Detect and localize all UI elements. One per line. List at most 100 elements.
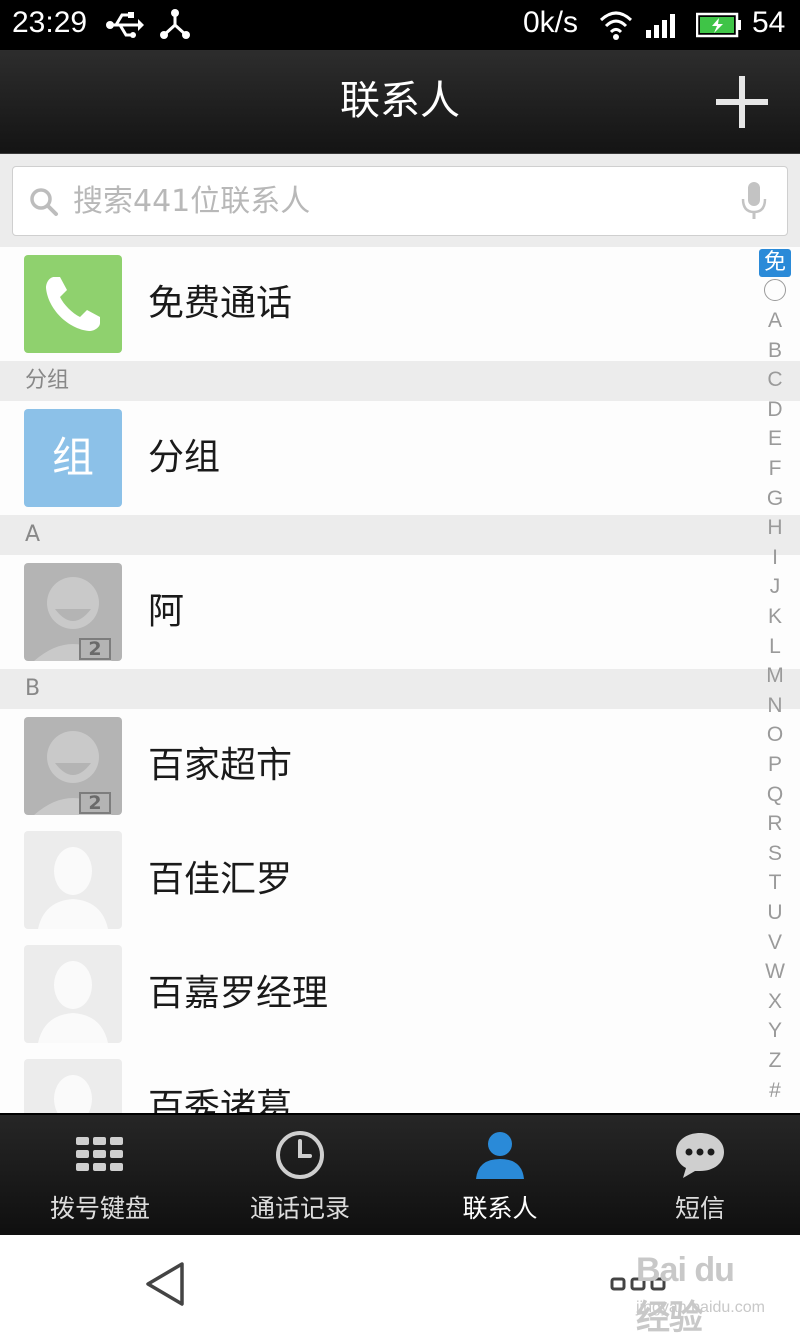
index-letter[interactable]: U: [755, 899, 795, 927]
tab-label: 通话记录: [249, 1194, 350, 1223]
index-letter[interactable]: E: [755, 425, 795, 453]
index-circle[interactable]: [764, 279, 786, 301]
index-free[interactable]: 免: [759, 249, 791, 277]
index-letter[interactable]: X: [755, 988, 795, 1016]
section-label: B: [25, 676, 41, 701]
add-contact-button[interactable]: [714, 74, 770, 130]
contact-name: 百嘉罗经理: [148, 973, 329, 1014]
dialpad-icon: [76, 1137, 123, 1171]
contact-avatar: 2: [24, 717, 122, 815]
silhouette-avatar-icon: [54, 1075, 92, 1113]
title-bar: 联系人: [0, 50, 800, 154]
tab-dialpad[interactable]: 拨号键盘: [0, 1115, 200, 1237]
index-letter[interactable]: I: [755, 544, 795, 572]
phone-icon: [46, 277, 100, 331]
contact-avatar: [24, 945, 122, 1043]
index-letter[interactable]: S: [755, 840, 795, 868]
index-letter[interactable]: D: [755, 396, 795, 424]
free-call-avatar: [24, 255, 122, 353]
page-title: 联系人: [340, 78, 460, 124]
status-bar: 23:29 0k/s 54: [0, 0, 800, 50]
section-header-group: 分组: [0, 361, 800, 401]
search-icon: [30, 188, 58, 216]
list-item[interactable]: 百秀诸葛: [0, 1051, 800, 1113]
index-letter[interactable]: M: [755, 662, 795, 690]
contact-avatar: [24, 1059, 122, 1113]
search-box[interactable]: [12, 166, 788, 236]
index-letter[interactable]: F: [755, 455, 795, 483]
contact-name: 分组: [148, 437, 221, 478]
watermark-url: jingyan.baidu.com: [636, 1299, 765, 1316]
status-time: 23:29: [12, 6, 88, 39]
index-letter[interactable]: A: [755, 307, 795, 335]
usb-icon: [106, 12, 144, 38]
index-letter[interactable]: B: [755, 337, 795, 365]
section-header-b: B: [0, 669, 800, 709]
clock-icon: [276, 1131, 324, 1179]
list-item[interactable]: 2 阿: [0, 555, 800, 670]
free-call-label: 免费通话: [148, 283, 293, 324]
index-letter[interactable]: V: [755, 929, 795, 957]
index-letter[interactable]: H: [755, 514, 795, 542]
list-item[interactable]: 百嘉罗经理: [0, 937, 800, 1052]
contact-avatar: 2: [24, 563, 122, 661]
net-speed: 0k/s: [523, 6, 579, 39]
index-letter[interactable]: G: [755, 485, 795, 513]
watermark: Bai du 经验 jingyan.baidu.com: [636, 1251, 766, 1337]
wifi-icon: [599, 11, 633, 40]
tab-call-log[interactable]: 通话记录: [200, 1115, 400, 1237]
contact-name: 百家超市: [148, 745, 293, 786]
index-letter[interactable]: Y: [755, 1017, 795, 1045]
silhouette-avatar-icon: [38, 961, 108, 1043]
list-item[interactable]: 百佳汇罗: [0, 823, 800, 938]
contact-name: 百秀诸葛: [148, 1087, 293, 1113]
sim-badge: 2: [88, 638, 102, 660]
tab-contacts[interactable]: 联系人: [400, 1115, 600, 1237]
contact-list: 免费通话 分组 组 分组 A 2 阿 B 2 百家超市 百佳汇罗 百嘉罗经理 百…: [0, 247, 800, 1113]
search-input[interactable]: [73, 181, 713, 221]
index-letter[interactable]: Z: [755, 1047, 795, 1075]
index-letter[interactable]: #: [755, 1077, 795, 1105]
tab-messages[interactable]: 短信: [600, 1115, 800, 1237]
contact-name: 百佳汇罗: [148, 859, 293, 900]
mic-icon[interactable]: [741, 181, 767, 221]
silhouette-avatar-icon: [38, 847, 108, 929]
battery-level: 54: [752, 6, 786, 39]
group-avatar: 组: [24, 409, 122, 507]
person-icon: [476, 1132, 524, 1179]
index-letter[interactable]: L: [755, 633, 795, 661]
contact-name: 阿: [148, 591, 185, 632]
chat-icon: [676, 1133, 724, 1178]
contact-avatar: [24, 831, 122, 929]
free-call-item[interactable]: 免费通话: [0, 247, 800, 362]
index-letter[interactable]: C: [755, 366, 795, 394]
back-icon[interactable]: [142, 1260, 188, 1308]
tab-label: 拨号键盘: [49, 1194, 150, 1223]
index-letter[interactable]: W: [755, 958, 795, 986]
index-letter[interactable]: N: [755, 692, 795, 720]
index-letter[interactable]: O: [755, 721, 795, 749]
list-item[interactable]: 2 百家超市: [0, 709, 800, 824]
group-avatar-text: 组: [51, 433, 94, 482]
signal-icon: [646, 14, 675, 38]
tab-label: 联系人: [462, 1194, 538, 1223]
search-bar: [0, 154, 800, 247]
section-header-a: A: [0, 515, 800, 555]
alphabet-index[interactable]: 免 A B C D E F G H I J K L M N O P Q R S T U V W X Y Z #: [755, 247, 795, 1113]
navigation-bar: Bai du 经验 jingyan.baidu.com: [0, 1235, 800, 1337]
share-icon: [160, 9, 190, 39]
list-item-group[interactable]: 组 分组: [0, 401, 800, 516]
index-letter[interactable]: T: [755, 869, 795, 897]
section-label: A: [25, 522, 41, 547]
bottom-tab-bar: 拨号键盘 通话记录 联系人 短信: [0, 1113, 800, 1237]
tab-label: 短信: [674, 1194, 725, 1223]
sim-badge: 2: [88, 792, 102, 814]
index-letter[interactable]: R: [755, 810, 795, 838]
battery-icon: [696, 12, 741, 38]
index-letter[interactable]: J: [755, 573, 795, 601]
index-letter[interactable]: P: [755, 751, 795, 779]
section-label: 分组: [25, 368, 70, 393]
index-letter[interactable]: K: [755, 603, 795, 631]
index-letter[interactable]: Q: [755, 781, 795, 809]
watermark-brand: Bai du 经验: [636, 1251, 735, 1337]
